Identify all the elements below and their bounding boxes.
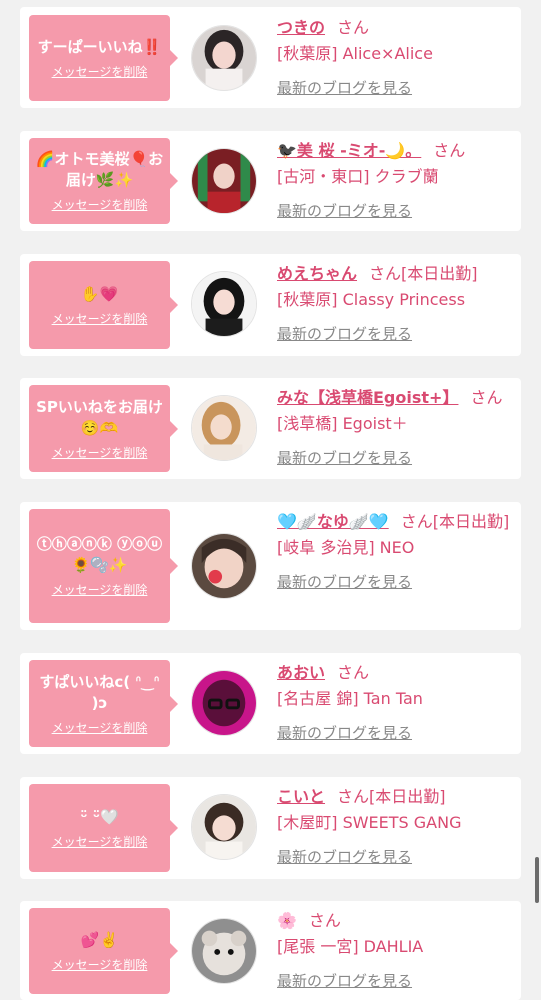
- message-bubble: すーぱーいいね‼️ メッセージを削除: [29, 15, 178, 101]
- girl-name-link[interactable]: 🩵🪽なゆ🪽🩵: [277, 512, 389, 531]
- latest-blog-link[interactable]: 最新のブログを見る: [277, 970, 517, 992]
- delete-message-link[interactable]: メッセージを削除: [52, 311, 148, 327]
- message-text: ✋💗: [80, 284, 119, 303]
- san-label: さん: [369, 264, 402, 283]
- avatar[interactable]: [191, 918, 257, 984]
- list-item: ⓣⓗⓐⓝⓚ ⓨⓞⓤ🌻🫧✨ メッセージを削除 🩵🪽なゆ🪽🩵 さん[本日出勤] [岐阜…: [20, 502, 521, 630]
- latest-blog-link[interactable]: 最新のブログを見る: [277, 447, 517, 469]
- latest-blog-link[interactable]: 最新のブログを見る: [277, 200, 517, 222]
- delete-message-link[interactable]: メッセージを削除: [52, 445, 148, 461]
- avatar[interactable]: [191, 794, 257, 860]
- girl-name-link[interactable]: みな【浅草橋Egoist+】: [277, 388, 458, 407]
- san-label: さん: [400, 512, 433, 531]
- delete-message-link[interactable]: メッセージを削除: [52, 720, 148, 736]
- latest-blog-link[interactable]: 最新のブログを見る: [277, 323, 517, 345]
- avatar[interactable]: [191, 148, 257, 214]
- girl-name-link[interactable]: めえちゃん: [277, 264, 357, 283]
- message-bubble: ⓣⓗⓐⓝⓚ ⓨⓞⓤ🌻🫧✨ メッセージを削除: [29, 509, 178, 623]
- delete-message-link[interactable]: メッセージを削除: [52, 582, 148, 598]
- message-bubble: ✋💗 メッセージを削除: [29, 261, 178, 349]
- message-text: すぱいいねc( ᐢ‿ᐢ )ɔ: [39, 672, 160, 712]
- latest-blog-link[interactable]: 最新のブログを見る: [277, 77, 517, 99]
- san-label: さん: [337, 787, 370, 806]
- san-label: さん: [308, 911, 341, 930]
- avatar[interactable]: [191, 25, 257, 91]
- status-label: [本日出勤]: [401, 264, 478, 283]
- message-bubble: すぱいいねc( ᐢ‿ᐢ )ɔ メッセージを削除: [29, 660, 178, 747]
- shop-label: [秋葉原] Alice×Alice: [277, 44, 433, 63]
- list-item: すぱいいねc( ᐢ‿ᐢ )ɔ メッセージを削除 あおい さん [名古屋 錦] Ta…: [20, 653, 521, 754]
- message-bubble: SPいいねをお届け☺️🫶 メッセージを削除: [29, 385, 178, 472]
- message-list: すーぱーいいね‼️ メッセージを削除 つきの さん [秋葉原] Alice×Ali…: [0, 0, 541, 1000]
- girl-name-link[interactable]: あおい: [277, 663, 325, 682]
- message-text: SPいいねをお届け☺️🫶: [36, 397, 163, 437]
- status-label: [本日出勤]: [369, 787, 446, 806]
- shop-label: [浅草橋] Egoist＋: [277, 414, 408, 433]
- girl-name-link[interactable]: 🌸: [277, 911, 297, 930]
- girl-name-link[interactable]: つきの: [277, 18, 325, 37]
- girl-name-link[interactable]: こいと: [277, 787, 325, 806]
- san-label: さん: [470, 388, 503, 407]
- avatar[interactable]: [191, 670, 257, 736]
- message-text: すーぱーいいね‼️: [37, 37, 162, 56]
- delete-message-link[interactable]: メッセージを削除: [52, 197, 148, 213]
- latest-blog-link[interactable]: 最新のブログを見る: [277, 846, 517, 868]
- list-item: ✋💗 メッセージを削除 めえちゃん さん[本日出勤] [秋葉原] Classy P…: [20, 254, 521, 356]
- shop-label: [古河・東口] クラブ蘭: [277, 167, 439, 186]
- avatar[interactable]: [191, 395, 257, 461]
- shop-label: [名古屋 錦] Tan Tan: [277, 689, 423, 708]
- delete-message-link[interactable]: メッセージを削除: [52, 64, 148, 80]
- list-item: 💕✌️ メッセージを削除 🌸 さん [尾張 一宮] DAHLIA 最新のブログを見…: [20, 901, 521, 1000]
- latest-blog-link[interactable]: 最新のブログを見る: [277, 571, 517, 593]
- list-item: 🌈オトモ美桜🎈お届け🌿✨ メッセージを削除 🐦‍⬛美 桜 -ミオ-🌙。 さん [古…: [20, 131, 521, 231]
- message-bubble: 💕✌️ メッセージを削除: [29, 908, 178, 994]
- list-item: すーぱーいいね‼️ メッセージを削除 つきの さん [秋葉原] Alice×Ali…: [20, 7, 521, 108]
- message-text: 🌈オトモ美桜🎈お届け🌿✨: [35, 150, 164, 189]
- status-label: [本日出勤]: [432, 512, 510, 531]
- message-text: ᵕ̈ ᵕ̈🤍: [80, 807, 119, 826]
- latest-blog-link[interactable]: 最新のブログを見る: [277, 722, 517, 744]
- avatar[interactable]: [191, 533, 257, 599]
- shop-label: [岐阜 多治見] NEO: [277, 538, 415, 557]
- girl-name-link[interactable]: 🐦‍⬛美 桜 -ミオ-🌙。: [277, 141, 421, 160]
- message-bubble: 🌈オトモ美桜🎈お届け🌿✨ メッセージを削除: [29, 138, 178, 224]
- scrollbar[interactable]: [535, 857, 539, 903]
- shop-label: [秋葉原] Classy Princess: [277, 290, 466, 309]
- delete-message-link[interactable]: メッセージを削除: [52, 834, 148, 850]
- message-bubble: ᵕ̈ ᵕ̈🤍 メッセージを削除: [29, 784, 178, 872]
- avatar[interactable]: [191, 271, 257, 337]
- message-text: ⓣⓗⓐⓝⓚ ⓨⓞⓤ🌻🫧✨: [36, 535, 163, 574]
- message-text: 💕✌️: [80, 930, 119, 949]
- shop-label: [尾張 一宮] DAHLIA: [277, 937, 424, 956]
- shop-label: [木屋町] SWEETS GANG: [277, 813, 462, 832]
- delete-message-link[interactable]: メッセージを削除: [52, 957, 148, 973]
- list-item: ᵕ̈ ᵕ̈🤍 メッセージを削除 こいと さん[本日出勤] [木屋町] SWEETS…: [20, 777, 521, 879]
- list-item: SPいいねをお届け☺️🫶 メッセージを削除 みな【浅草橋Egoist+】 さん […: [20, 378, 521, 479]
- san-label: さん: [337, 663, 370, 682]
- san-label: さん: [337, 18, 370, 37]
- san-label: さん: [433, 141, 466, 160]
